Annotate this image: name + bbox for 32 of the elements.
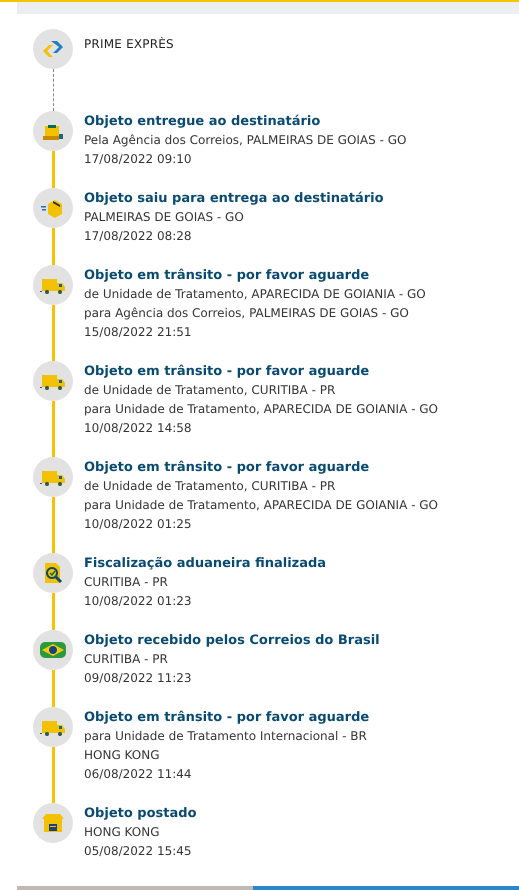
event-datetime: 10/08/2022 01:23 xyxy=(84,593,193,610)
event-detail: de Unidade de Tratamento, APARECIDA DE GOIANIA - GO xyxy=(84,286,426,303)
event-datetime: 09/08/2022 11:23 xyxy=(84,670,193,687)
event-datetime: 15/08/2022 21:51 xyxy=(84,324,193,341)
event-title: Objeto entregue ao destinatário xyxy=(84,113,322,131)
event-datetime: 17/08/2022 08:28 xyxy=(84,228,193,245)
event-detail: CURITIBA - PR xyxy=(84,574,169,591)
event-title: Objeto recebido pelos Correios do Brasil xyxy=(84,632,380,650)
event-datetime: 10/08/2022 14:58 xyxy=(84,420,193,437)
service-name: PRIME EXPRÈS xyxy=(84,36,174,53)
event-title: Objeto em trânsito - por favor aguarde xyxy=(84,459,370,477)
event-datetime: 06/08/2022 11:44 xyxy=(84,766,193,783)
event-detail: CURITIBA - PR xyxy=(84,651,169,668)
event-datetime: 10/08/2022 01:25 xyxy=(84,516,193,533)
event-detail: PALMEIRAS DE GOIAS - GO xyxy=(84,209,245,226)
event-title: Fiscalização aduaneira finalizada xyxy=(84,555,326,573)
event-detail: de Unidade de Tratamento, CURITIBA - PR xyxy=(84,478,336,495)
event-detail: para Unidade de Tratamento, APARECIDA DE GOIANIA - GO xyxy=(84,401,438,418)
event-title: Objeto saiu para entrega ao destinatário xyxy=(84,190,384,208)
event-datetime: 05/08/2022 15:45 xyxy=(84,843,193,860)
event-detail: de Unidade de Tratamento, CURITIBA - PR xyxy=(84,382,336,399)
event-title: Objeto em trânsito - por favor aguarde xyxy=(84,363,370,381)
event-detail: HONG KONG xyxy=(84,747,160,764)
event-detail: para Unidade de Tratamento Internacional - BR xyxy=(84,728,368,745)
event-detail: Pela Agência dos Correios, PALMEIRAS DE GOIAS - GO xyxy=(84,132,406,149)
event-title: Objeto em trânsito - por favor aguarde xyxy=(84,709,370,727)
event-title: Objeto postado xyxy=(84,805,196,823)
event-title: Objeto em trânsito - por favor aguarde xyxy=(84,267,370,285)
event-detail: para Unidade de Tratamento, APARECIDA DE GOIANIA - GO xyxy=(84,497,438,514)
event-datetime: 17/08/2022 09:10 xyxy=(84,151,193,168)
event-detail: HONG KONG xyxy=(84,824,160,841)
event-detail: para Agência dos Correios, PALMEIRAS DE GOIAS - GO xyxy=(84,305,410,322)
